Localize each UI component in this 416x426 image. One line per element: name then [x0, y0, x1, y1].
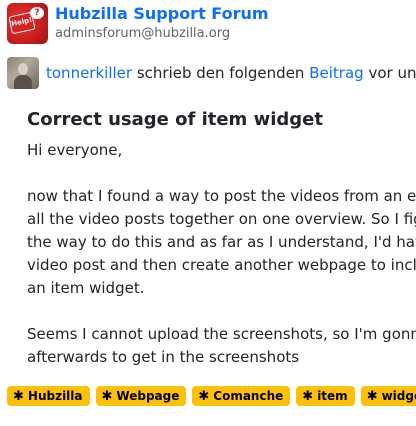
tag-label: Hubzilla	[27, 389, 83, 403]
paragraph-line: afterwards to get in the screenshots	[27, 348, 300, 366]
share-text-after: vor ungefähr	[368, 64, 416, 82]
share-text-before: schrieb den folgenden	[136, 64, 305, 82]
paragraph-line: video post and then create another webpa…	[27, 256, 416, 274]
post-title: Correct usage of item widget	[27, 109, 323, 130]
asterisk-icon: ✱	[302, 388, 314, 404]
share-line: tonnerkiller schrieb den folgenden Beitr…	[7, 57, 416, 89]
tag-label: Webpage	[116, 389, 180, 403]
share-text: tonnerkiller schrieb den folgenden Beitr…	[46, 63, 416, 83]
post-view: Help! ? Hubzilla Support Forum adminsfor…	[0, 0, 416, 426]
post-body: Hi everyone, now that I found a way to p…	[27, 139, 416, 392]
forum-header: Help! ? Hubzilla Support Forum adminsfor…	[7, 3, 269, 44]
asterisk-icon: ✱	[13, 388, 24, 404]
forum-name-link[interactable]: Hubzilla Support Forum	[55, 3, 269, 25]
post-paragraph-2: Seems I cannot upload the screenshots, s…	[27, 323, 416, 369]
tag-label: widget	[381, 389, 416, 403]
tag-webpage[interactable]: ✱ Webpage	[95, 386, 187, 406]
forum-meta: Hubzilla Support Forum adminsforum@hubzi…	[55, 3, 269, 43]
question-bubble-icon: ?	[30, 7, 44, 19]
asterisk-icon: ✱	[198, 388, 210, 404]
paragraph-line: an item widget.	[27, 279, 145, 297]
tag-label: item	[317, 389, 348, 403]
paragraph-line: all the video posts together on one over…	[27, 210, 416, 228]
tag-label: Comanche	[213, 389, 284, 403]
post-paragraph-1: now that I found a way to post the video…	[27, 185, 416, 300]
asterisk-icon: ✱	[366, 388, 378, 404]
paragraph-line: the way to do this and as far as I under…	[27, 233, 416, 251]
original-post-link[interactable]: Beitrag	[309, 64, 363, 82]
forum-address: adminsforum@hubzilla.org	[55, 26, 231, 41]
author-avatar[interactable]	[7, 57, 39, 89]
tag-comanche[interactable]: ✱ Comanche	[192, 386, 291, 406]
author-link[interactable]: tonnerkiller	[46, 64, 132, 82]
paragraph-line: now that I found a way to post the video…	[27, 187, 416, 205]
tag-list: ✱ Hubzilla ✱ Webpage ✱ Comanche ✱ item ✱…	[7, 386, 416, 406]
asterisk-icon: ✱	[101, 388, 113, 404]
tag-widget[interactable]: ✱ widget	[360, 386, 416, 406]
tag-hubzilla[interactable]: ✱ Hubzilla	[7, 386, 90, 406]
tag-item[interactable]: ✱ item	[296, 386, 355, 406]
forum-avatar[interactable]: Help! ?	[7, 3, 48, 44]
post-greeting: Hi everyone,	[27, 141, 123, 159]
paragraph-line: Seems I cannot upload the screenshots, s…	[27, 325, 416, 343]
